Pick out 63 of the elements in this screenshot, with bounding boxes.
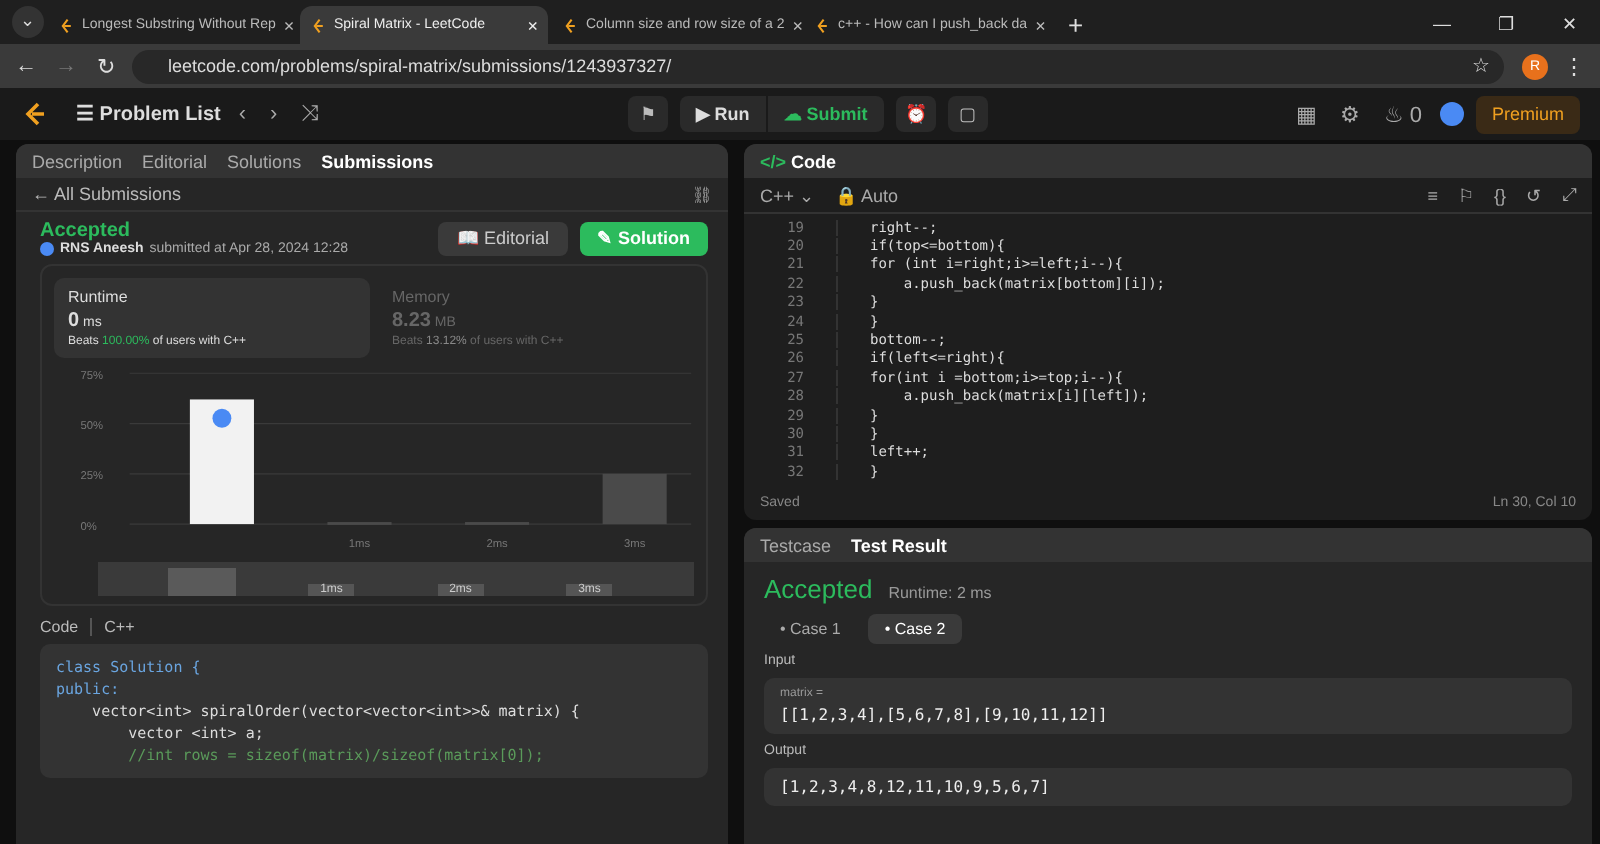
- previous-button[interactable]: ‹: [232, 102, 253, 126]
- close-tab-button[interactable]: ×: [792, 15, 803, 35]
- user-avatar[interactable]: [1439, 102, 1464, 126]
- problem-list-link[interactable]: ☰ Problem List: [76, 102, 221, 126]
- code-tab[interactable]: </> Code: [760, 151, 837, 171]
- logo-icon[interactable]: [20, 100, 48, 128]
- favicon-icon: [58, 17, 74, 33]
- code-label: Code: [40, 618, 93, 636]
- bookmark-button[interactable]: ⚐: [1457, 185, 1474, 205]
- output-value: [1,2,3,4,8,12,11,10,9,5,6,7]: [780, 778, 1052, 796]
- braces-button[interactable]: {}: [1493, 185, 1506, 205]
- close-tab-button[interactable]: ×: [527, 15, 538, 35]
- premium-button[interactable]: Premium: [1475, 95, 1580, 133]
- layout-button[interactable]: ▦: [1289, 101, 1322, 127]
- next-button[interactable]: ›: [264, 102, 284, 126]
- stat-title: Runtime: [68, 288, 130, 306]
- debug-button[interactable]: ⚑: [627, 96, 668, 132]
- back-button[interactable]: ←: [12, 54, 40, 78]
- status-text: Accepted: [40, 220, 131, 242]
- favicon-icon: [814, 17, 830, 33]
- editorial-button[interactable]: 📖 Editorial: [438, 221, 567, 255]
- user-avatar: [40, 242, 54, 256]
- panel-tab[interactable]: Description: [32, 151, 123, 171]
- close-button[interactable]: ✕: [1540, 14, 1600, 44]
- minimize-button[interactable]: —: [1412, 14, 1472, 44]
- panel-tab[interactable]: Solutions: [227, 151, 302, 171]
- copy-link-button[interactable]: ⛓: [692, 185, 712, 203]
- close-tab-button[interactable]: ×: [1035, 15, 1046, 35]
- all-submissions-link[interactable]: ← All Submissions: [32, 184, 182, 204]
- input-value: [[1,2,3,4],[5,6,7,8],[9,10,11,12]]: [780, 706, 1110, 724]
- tab-list-button[interactable]: ⌄: [12, 6, 44, 38]
- auto-mode-toggle[interactable]: 🔒 Auto: [835, 185, 899, 205]
- panel-tab[interactable]: Editorial: [142, 151, 208, 171]
- favicon-icon: [310, 17, 326, 33]
- chart-bar[interactable]: [189, 399, 254, 525]
- more-menu-button[interactable]: ⋮: [1560, 53, 1588, 79]
- reload-button[interactable]: ↻: [92, 53, 120, 79]
- panel-tab[interactable]: Submissions: [321, 151, 434, 171]
- run-button[interactable]: ▶ Run: [679, 96, 766, 132]
- result-status: Accepted: [764, 574, 873, 604]
- reset-button[interactable]: ↺: [1526, 185, 1542, 205]
- settings-button[interactable]: ⚙: [1333, 101, 1366, 127]
- favicon-icon: [562, 17, 578, 33]
- shuffle-button[interactable]: ⤨: [295, 102, 326, 126]
- notes-button[interactable]: ▢: [947, 96, 988, 132]
- submit-button[interactable]: ☁ Submit: [767, 96, 884, 132]
- stat-title: Memory: [392, 288, 452, 306]
- restore-button[interactable]: ❐: [1476, 14, 1536, 44]
- close-tab-button[interactable]: ×: [283, 15, 295, 35]
- runtime-text: Runtime: 2 ms: [888, 584, 992, 602]
- language-dropdown[interactable]: C++ ⌄: [760, 185, 816, 205]
- panel-tab[interactable]: Test Result: [851, 535, 947, 555]
- new-tab-button[interactable]: +: [1056, 10, 1096, 44]
- format-button[interactable]: ≡: [1427, 185, 1438, 205]
- case-tab[interactable]: • Case 1: [764, 614, 857, 644]
- bookmark-button[interactable]: ☆: [1472, 54, 1490, 78]
- panel-tab[interactable]: Testcase: [760, 535, 832, 555]
- streak-counter[interactable]: ♨ 0: [1377, 101, 1428, 127]
- expand-button[interactable]: ⤢: [1562, 184, 1576, 206]
- timer-button[interactable]: ⏰: [895, 96, 936, 132]
- user-avatar-icon: [212, 408, 232, 428]
- case-tab[interactable]: • Case 2: [868, 614, 962, 644]
- language-label: C++: [104, 618, 135, 636]
